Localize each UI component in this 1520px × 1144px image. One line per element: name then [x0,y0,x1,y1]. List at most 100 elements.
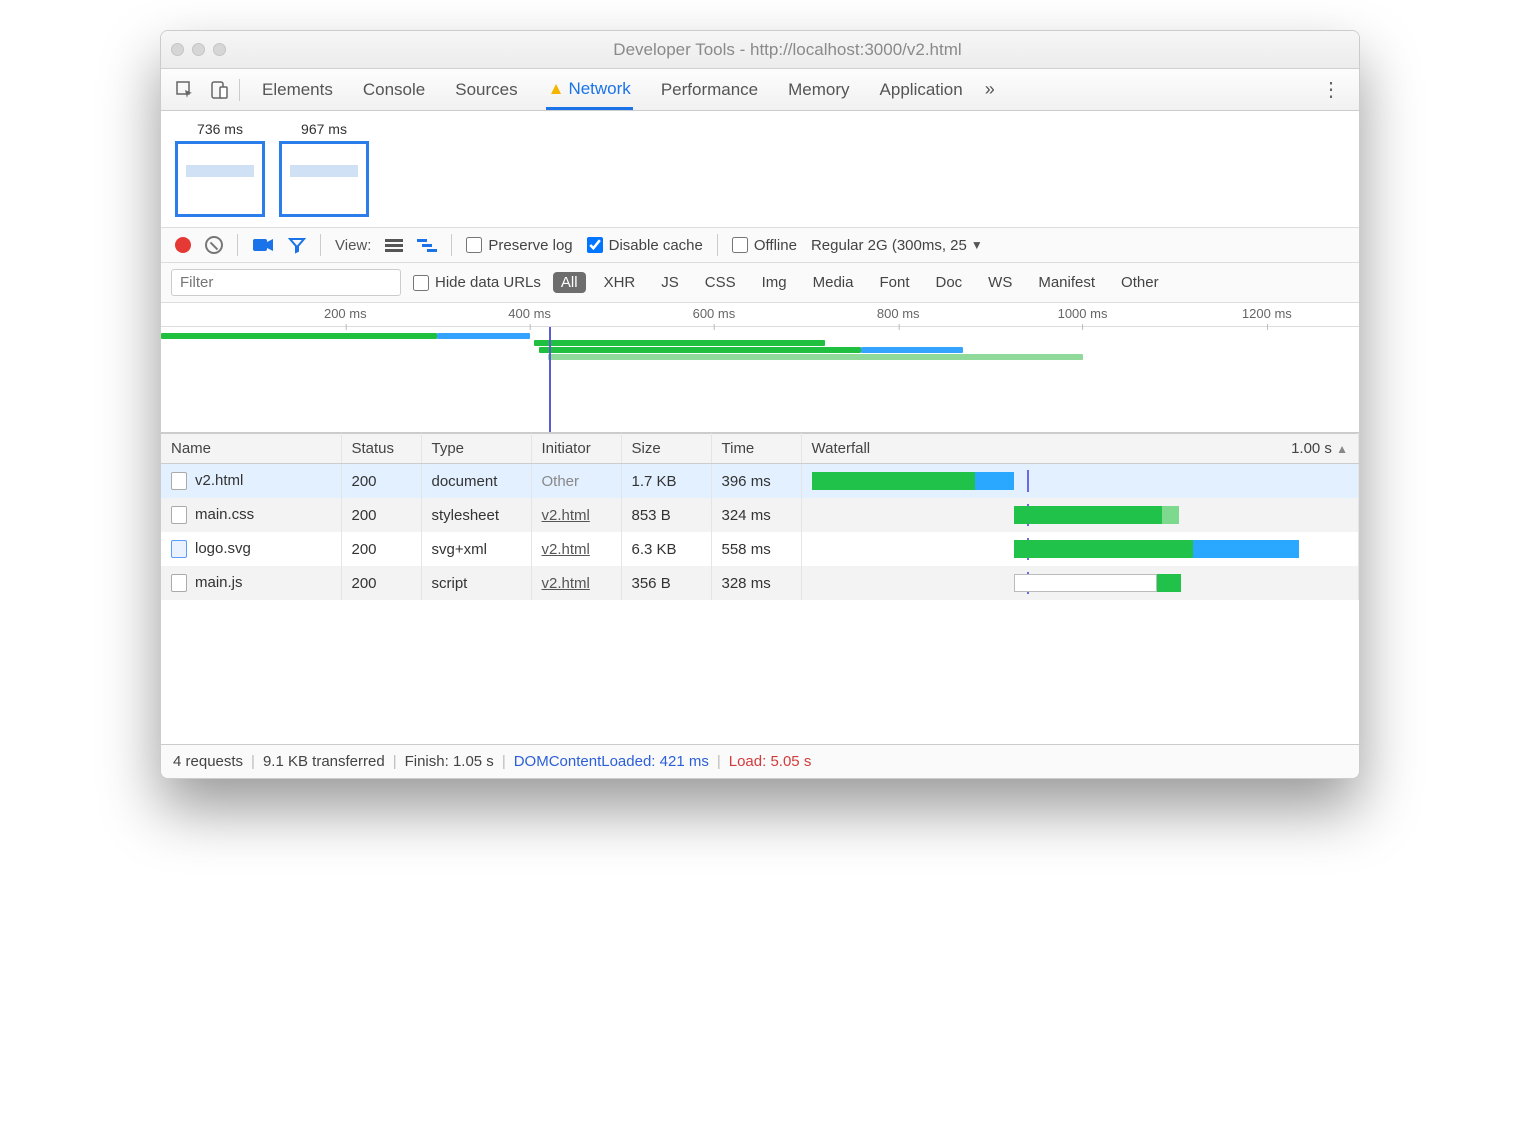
table-row[interactable]: logo.svg200svg+xmlv2.html6.3 KB558 ms [161,532,1359,566]
type-filter-all[interactable]: All [553,272,586,293]
overview-bar [534,340,824,346]
tab-console[interactable]: Console [361,72,427,108]
col-status[interactable]: Status [341,434,421,464]
max-dot[interactable] [213,43,226,56]
request-time: 324 ms [711,498,801,532]
waterfall-cell [812,470,1349,492]
wf-download-bar [975,472,1014,490]
type-filter-media[interactable]: Media [805,272,862,293]
col-size[interactable]: Size [621,434,711,464]
tick: 800 ms [877,306,920,321]
table-row[interactable]: v2.html200documentOther1.7 KB396 ms [161,464,1359,498]
col-initiator[interactable]: Initiator [531,434,621,464]
close-dot[interactable] [171,43,184,56]
type-filter-manifest[interactable]: Manifest [1030,272,1103,293]
disable-cache-checkbox[interactable]: Disable cache [587,237,703,254]
filter-icon[interactable] [288,236,306,254]
filter-input[interactable] [171,269,401,296]
footer-dcl: DOMContentLoaded: 421 ms [514,753,709,770]
tick: 1200 ms [1242,306,1292,321]
request-type: script [421,566,531,600]
type-filter-js[interactable]: JS [653,272,687,293]
file-icon [171,506,187,524]
type-filters: All XHR JS CSS Img Media Font Doc WS Manifest Othe… [553,272,1167,293]
window-title: Developer Tools - http://localhost:3000/… [226,40,1349,60]
min-dot[interactable] [192,43,205,56]
tab-application[interactable]: Application [878,72,965,108]
request-name: main.js [195,574,243,591]
request-size: 356 B [621,566,711,600]
waterfall-view-icon[interactable] [417,238,437,252]
filmstrip-frame[interactable]: 736 ms [175,121,265,217]
col-name[interactable]: Name [161,434,341,464]
separator [320,234,321,256]
tick: 400 ms [508,306,551,321]
request-name: logo.svg [195,540,251,557]
wf-wait-bar [812,472,976,490]
timeline-overview[interactable]: 200 ms400 ms600 ms800 ms1000 ms1200 ms [161,303,1359,433]
hide-data-urls-input[interactable] [413,275,429,291]
table-row[interactable]: main.js 200script v2.html 356 B328 ms [161,566,1359,600]
tick: 1000 ms [1058,306,1108,321]
type-filter-other[interactable]: Other [1113,272,1167,293]
request-type: stylesheet [421,498,531,532]
overview-bar [548,354,1082,360]
tab-performance[interactable]: Performance [659,72,760,108]
request-initiator[interactable]: v2.html [542,507,590,524]
screenshot-icon[interactable] [252,237,274,253]
type-filter-xhr[interactable]: XHR [596,272,644,293]
overview-bar [539,347,862,353]
request-status: 200 [341,464,421,498]
view-label: View: [335,237,371,254]
preserve-log-checkbox[interactable]: Preserve log [466,237,572,254]
warning-icon: ▲ [548,79,565,98]
offline-checkbox[interactable]: Offline [732,237,797,254]
device-toggle-icon[interactable] [205,76,233,104]
titlebar: Developer Tools - http://localhost:3000/… [161,31,1359,69]
preserve-log-input[interactable] [466,237,482,253]
frame-label: 736 ms [175,121,265,137]
file-icon [171,540,187,558]
hide-data-urls-checkbox[interactable]: Hide data URLs [413,274,541,291]
wf-wait-bar [1014,540,1193,558]
wf-download-bar [1193,540,1299,558]
table-row[interactable]: main.css200stylesheetv2.html853 B324 ms [161,498,1359,532]
type-filter-img[interactable]: Img [754,272,795,293]
large-rows-icon[interactable] [385,238,403,252]
request-time: 328 ms [711,566,801,600]
kebab-menu-icon[interactable]: ⋮ [1313,77,1349,102]
request-type: svg+xml [421,532,531,566]
offline-input[interactable] [732,237,748,253]
type-filter-ws[interactable]: WS [980,272,1020,293]
record-button[interactable] [175,237,191,253]
requests-table: Name Status Type Initiator Size Time Wat… [161,433,1359,464]
sort-asc-icon: ▲ [1336,442,1348,456]
disable-cache-input[interactable] [587,237,603,253]
request-status: 200 [341,532,421,566]
col-type[interactable]: Type [421,434,531,464]
request-initiator[interactable]: v2.html [542,575,590,592]
type-filter-doc[interactable]: Doc [927,272,970,293]
request-type: document [421,464,531,498]
table-body-scroll[interactable]: v2.html200documentOther1.7 KB396 ms main.… [161,464,1359,744]
request-initiator[interactable]: v2.html [542,541,590,558]
clear-button[interactable] [205,236,223,254]
waterfall-cell [812,504,1349,526]
throttle-select[interactable]: Regular 2G (300ms, 25 ▼ [811,237,983,254]
tab-network[interactable]: ▲Network [546,71,633,110]
type-filter-font[interactable]: Font [871,272,917,293]
tab-sources[interactable]: Sources [453,72,519,108]
tabs: Elements Console Sources ▲Network Performanc… [260,71,965,108]
type-filter-css[interactable]: CSS [697,272,744,293]
col-waterfall[interactable]: Waterfall 1.00 s ▲ [801,434,1359,464]
window-controls[interactable] [171,43,226,56]
more-tabs-icon[interactable]: » [985,79,995,100]
tab-memory[interactable]: Memory [786,72,851,108]
inspect-icon[interactable] [171,76,199,104]
filmstrip-frame[interactable]: 967 ms [279,121,369,217]
dcl-marker [549,327,551,432]
col-time[interactable]: Time [711,434,801,464]
tab-elements[interactable]: Elements [260,72,335,108]
wf-wait-bar [1014,506,1162,524]
request-status: 200 [341,566,421,600]
